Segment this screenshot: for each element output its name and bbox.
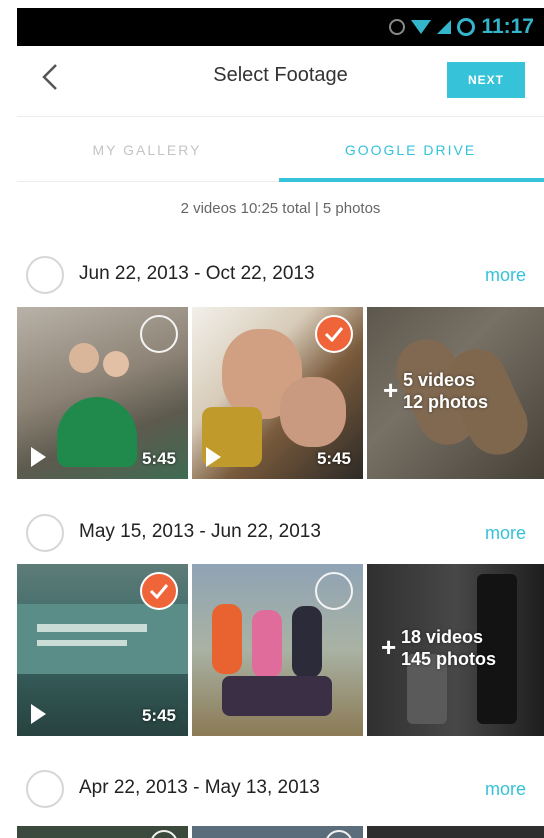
overflow-videos: 18 videos: [401, 627, 484, 647]
play-icon: [206, 447, 221, 467]
selected-checkbox[interactable]: [140, 572, 178, 610]
more-items-tile[interactable]: + 18 videos 145 photos: [367, 564, 544, 736]
checkmark-icon: [149, 584, 169, 599]
plus-icon: +: [381, 632, 397, 662]
tab-my-gallery[interactable]: MY GALLERY: [17, 117, 277, 183]
active-tab-indicator: [279, 178, 544, 182]
play-icon: [31, 704, 46, 724]
plus-icon: +: [383, 375, 399, 405]
photo-content: [69, 343, 99, 373]
photo-content: [212, 604, 242, 674]
status-bar: 11:17: [17, 8, 544, 46]
next-button[interactable]: NEXT: [447, 62, 525, 98]
date-section-header: May 15, 2013 - Jun 22, 2013 more: [17, 508, 544, 558]
selected-checkbox[interactable]: [315, 315, 353, 353]
photo-content: [252, 610, 282, 678]
video-thumbnail[interactable]: 5:45: [192, 307, 363, 479]
date-range-label: Apr 22, 2013 - May 13, 2013: [79, 777, 320, 798]
photo-thumbnail[interactable]: [192, 564, 363, 736]
overflow-count: 5 videos 12 photos: [403, 369, 488, 413]
more-link[interactable]: more: [485, 523, 526, 544]
overflow-videos: 5 videos: [403, 370, 476, 390]
photo-content: [37, 640, 127, 646]
photo-content: [103, 351, 129, 377]
video-thumbnail[interactable]: 5:45: [17, 564, 188, 736]
checkmark-icon: [324, 327, 344, 342]
video-duration: 5:45: [141, 449, 176, 468]
source-tabs: MY GALLERY GOOGLE DRIVE: [17, 116, 544, 182]
overflow-photos: 12 photos: [403, 392, 489, 412]
video-duration: 5:45: [141, 706, 176, 725]
video-duration: 5:45: [316, 449, 351, 468]
video-thumbnail[interactable]: 5:45: [17, 307, 188, 479]
date-range-label: Jun 22, 2013 - Oct 22, 2013: [79, 263, 315, 284]
select-checkbox[interactable]: [315, 572, 353, 610]
photo-content: [57, 397, 137, 467]
app-header: Select Footage NEXT: [17, 46, 544, 110]
photo-thumbnail[interactable]: [192, 826, 363, 838]
photo-content: [222, 676, 332, 716]
more-link[interactable]: more: [485, 265, 526, 286]
select-section-checkbox[interactable]: [26, 256, 64, 294]
select-section-checkbox[interactable]: [26, 770, 64, 808]
overflow-count: 18 videos 145 photos: [401, 626, 496, 670]
more-items-tile[interactable]: [367, 826, 544, 838]
date-section-header: Apr 22, 2013 - May 13, 2013 more: [17, 764, 544, 814]
more-items-tile[interactable]: + 5 videos 12 photos: [367, 307, 544, 479]
thumbnail-row: 5:45 5:45 + 5 videos 12 photos: [17, 307, 544, 479]
select-checkbox[interactable]: [140, 315, 178, 353]
signal-icon: [437, 20, 452, 34]
tab-google-drive[interactable]: GOOGLE DRIVE: [277, 117, 544, 183]
photo-content: [280, 377, 346, 447]
select-checkbox[interactable]: [325, 830, 353, 838]
photo-content: [292, 606, 322, 678]
more-link[interactable]: more: [485, 779, 526, 800]
thumbnail-row: 5:45 + 18 videos 145 photos: [17, 564, 544, 736]
wifi-icon: [411, 20, 432, 34]
photo-content: [37, 624, 147, 632]
photo-content: [17, 604, 188, 674]
overflow-photos: 145 photos: [401, 649, 497, 669]
date-section-header: Jun 22, 2013 - Oct 22, 2013 more: [17, 250, 544, 300]
sync-icon: [389, 19, 406, 35]
select-section-checkbox[interactable]: [26, 514, 64, 552]
battery-icon: [457, 18, 476, 36]
video-thumbnail[interactable]: [17, 826, 188, 838]
status-time: 11:17: [481, 15, 534, 38]
select-checkbox[interactable]: [150, 830, 178, 838]
play-icon: [31, 447, 46, 467]
date-range-label: May 15, 2013 - Jun 22, 2013: [79, 521, 321, 542]
selection-summary: 2 videos 10:25 total | 5 photos: [180, 200, 381, 217]
thumbnail-row: [17, 826, 544, 838]
